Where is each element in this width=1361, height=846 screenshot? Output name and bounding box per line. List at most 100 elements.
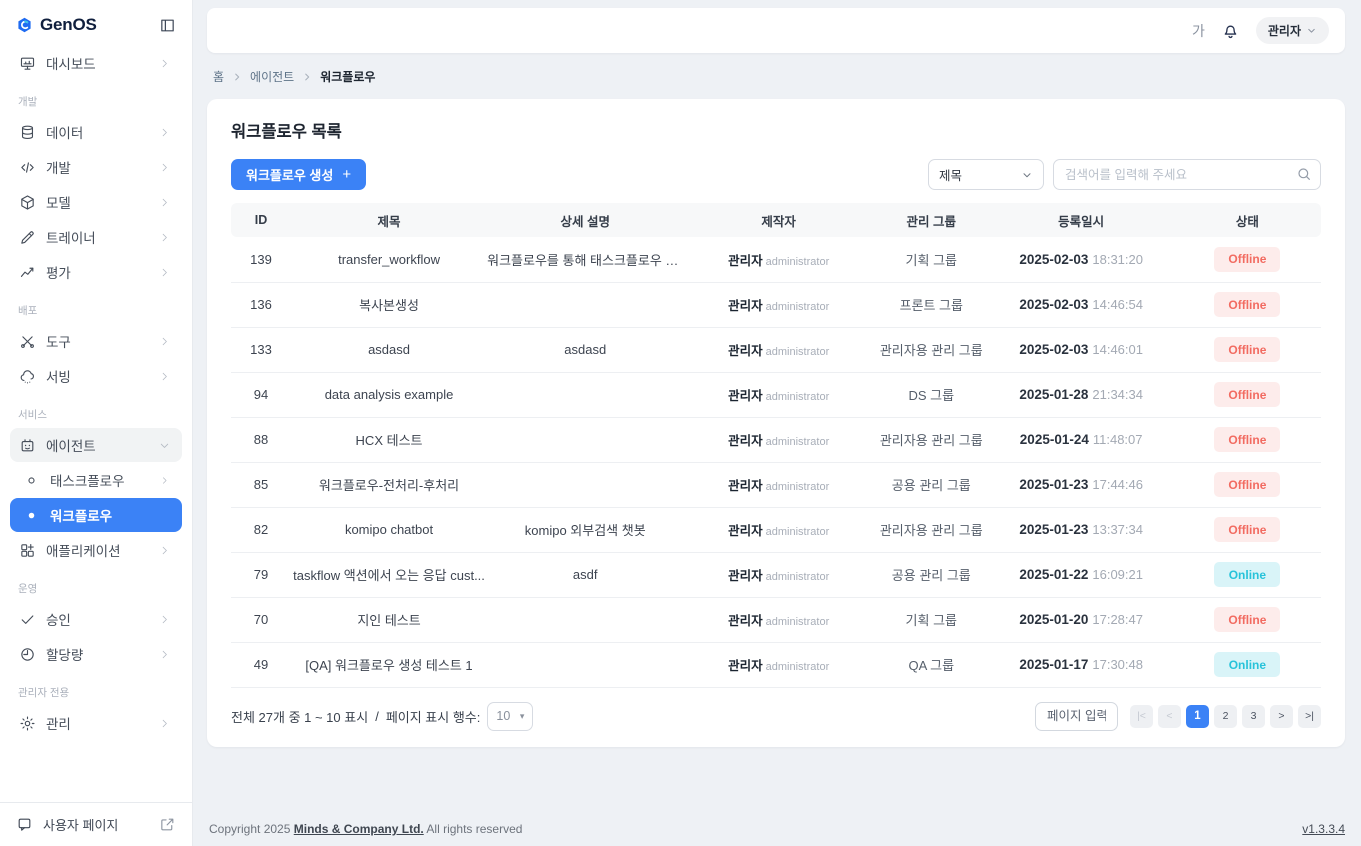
breadcrumb-item-에이전트[interactable]: 에이전트 (250, 68, 294, 85)
status-badge: Offline (1214, 517, 1280, 542)
cell-status: Online (1174, 642, 1321, 687)
table-row[interactable]: 82komipo chatbotkomipo 외부검색 챗봇관리자adminis… (231, 507, 1321, 552)
search-field-select[interactable]: 제목 (928, 159, 1044, 190)
cell-creator: 관리자administrator (683, 237, 874, 282)
table-row[interactable]: 139transfer_workflow워크플로우를 통해 태스크플로우 ch.… (231, 237, 1321, 282)
notification-bell-icon[interactable] (1221, 21, 1240, 40)
page-number-button-3[interactable]: 3 (1242, 705, 1265, 728)
sidebar-nav: 대시보드개발데이터개발모델트레이너평가배포도구서빙서비스에이전트태스크플로우워크… (0, 43, 192, 802)
search-field-value: 제목 (939, 165, 962, 184)
sidebar-item-데이터[interactable]: 데이터 (10, 115, 182, 149)
sidebar-item-트레이너[interactable]: 트레이너 (10, 220, 182, 254)
cell-group: 공용 관리 그룹 (874, 462, 988, 507)
sidebar-item-대시보드[interactable]: 대시보드 (10, 46, 182, 80)
chevron-right-icon (232, 72, 242, 82)
user-page-label: 사용자 페이지 (43, 815, 118, 834)
cell-id: 94 (231, 372, 291, 417)
create-workflow-button[interactable]: 워크플로우 생성 + (231, 159, 366, 190)
table-row[interactable]: 49[QA] 워크플로우 생성 테스트 1관리자administratorQA … (231, 642, 1321, 687)
sidebar-item-에이전트[interactable]: 에이전트 (10, 428, 182, 462)
sidebar-collapse-icon[interactable] (159, 17, 176, 34)
cell-creator: 관리자administrator (683, 597, 874, 642)
column-header-등록일시: 등록일시 (989, 203, 1174, 237)
cell-id: 88 (231, 417, 291, 462)
search-icon[interactable] (1296, 166, 1312, 187)
genos-logo[interactable]: GenOS (16, 13, 97, 37)
table-row[interactable]: 70지인 테스트관리자administrator기획 그룹2025-01-201… (231, 597, 1321, 642)
spacer (193, 747, 1361, 813)
cell-title: asdasd (291, 327, 487, 372)
cell-title: 워크플로우-전처리-후처리 (291, 462, 487, 507)
cell-group: 프론트 그룹 (874, 282, 988, 327)
sidebar-item-평가[interactable]: 평가 (10, 255, 182, 289)
page-number-button-2[interactable]: 2 (1214, 705, 1237, 728)
chev-right-icon (156, 126, 173, 139)
sidebar-section-label: 서비스 (10, 394, 182, 427)
version-link[interactable]: v1.3.3.4 (1302, 822, 1345, 836)
cell-description (487, 417, 683, 462)
sidebar-section-label: 운영 (10, 568, 182, 601)
page-number-button-1[interactable]: 1 (1186, 705, 1209, 728)
cell-title: 지인 테스트 (291, 597, 487, 642)
cell-status: Offline (1174, 417, 1321, 462)
sidebar-item-워크플로우[interactable]: 워크플로우 (10, 498, 182, 532)
copyright-prefix: Copyright 2025 (209, 822, 290, 836)
company-link[interactable]: Minds & Company Ltd. (294, 822, 424, 836)
search-input[interactable] (1053, 159, 1321, 190)
sidebar-item-관리[interactable]: 관리 (10, 706, 182, 740)
sidebar-item-label: 서빙 (46, 366, 146, 386)
cell-creator: 관리자administrator (683, 327, 874, 372)
cube-icon (19, 194, 36, 211)
pencil-icon (19, 229, 36, 246)
sidebar-item-개발[interactable]: 개발 (10, 150, 182, 184)
page-first-button: |< (1130, 705, 1153, 728)
status-badge: Offline (1214, 247, 1280, 272)
sidebar-item-label: 평가 (46, 262, 146, 282)
sidebar-item-할당량[interactable]: 할당량 (10, 637, 182, 671)
chev-right-icon (156, 231, 173, 244)
rows-per-page-select[interactable]: 10 ▾ (487, 702, 533, 731)
check-icon (19, 611, 36, 628)
app-root: GenOS 대시보드개발데이터개발모델트레이너평가배포도구서빙서비스에이전트태스… (0, 0, 1361, 846)
table-row[interactable]: 85워크플로우-전처리-후처리관리자administrator공용 관리 그룹2… (231, 462, 1321, 507)
app-icon (19, 542, 36, 559)
sidebar-section-label: 배포 (10, 290, 182, 323)
cell-title: HCX 테스트 (291, 417, 487, 462)
cell-id: 49 (231, 642, 291, 687)
cell-group: DS 그룹 (874, 372, 988, 417)
page-next-button[interactable]: > (1270, 705, 1293, 728)
chev-right-icon (156, 370, 173, 383)
cell-title: taskflow 액션에서 오는 응답 cust... (291, 552, 487, 597)
font-size-button[interactable]: 가 (1192, 21, 1205, 41)
sidebar-item-label: 데이터 (46, 122, 146, 142)
cell-description: 워크플로우를 통해 태스크플로우 ch... (487, 237, 683, 282)
cell-id: 136 (231, 282, 291, 327)
page-last-button[interactable]: >| (1298, 705, 1321, 728)
table-row[interactable]: 88HCX 테스트관리자administrator관리자용 관리 그룹2025-… (231, 417, 1321, 462)
sidebar-item-도구[interactable]: 도구 (10, 324, 182, 358)
code-icon (19, 159, 36, 176)
sidebar-item-태스크플로우[interactable]: 태스크플로우 (10, 463, 182, 497)
user-page-link[interactable]: 사용자 페이지 (0, 802, 192, 846)
cell-title: komipo chatbot (291, 507, 487, 552)
breadcrumb-item-홈[interactable]: 홈 (213, 68, 224, 85)
sidebar-item-승인[interactable]: 승인 (10, 602, 182, 636)
status-badge: Online (1214, 652, 1280, 677)
cell-creator: 관리자administrator (683, 282, 874, 327)
rows-per-page-value: 10 (496, 709, 510, 723)
sidebar-item-모델[interactable]: 모델 (10, 185, 182, 219)
sidebar-item-애플리케이션[interactable]: 애플리케이션 (10, 533, 182, 567)
table-row[interactable]: 79taskflow 액션에서 오는 응답 cust...asdf관리자admi… (231, 552, 1321, 597)
search-box (1053, 159, 1321, 190)
table-row[interactable]: 136복사본생성관리자administrator프론트 그룹2025-02-03… (231, 282, 1321, 327)
table-row[interactable]: 133asdasdasdasd관리자administrator관리자용 관리 그… (231, 327, 1321, 372)
sidebar-item-서빙[interactable]: 서빙 (10, 359, 182, 393)
table-row[interactable]: 94data analysis example관리자administratorD… (231, 372, 1321, 417)
cell-registered-at: 2025-02-0314:46:01 (989, 327, 1174, 372)
page-input[interactable] (1035, 702, 1118, 731)
footer: Copyright 2025 Minds & Company Ltd. All … (193, 812, 1361, 846)
cell-creator: 관리자administrator (683, 642, 874, 687)
profile-menu[interactable]: 관리자 (1256, 17, 1329, 44)
cell-title: 복사본생성 (291, 282, 487, 327)
cell-id: 85 (231, 462, 291, 507)
